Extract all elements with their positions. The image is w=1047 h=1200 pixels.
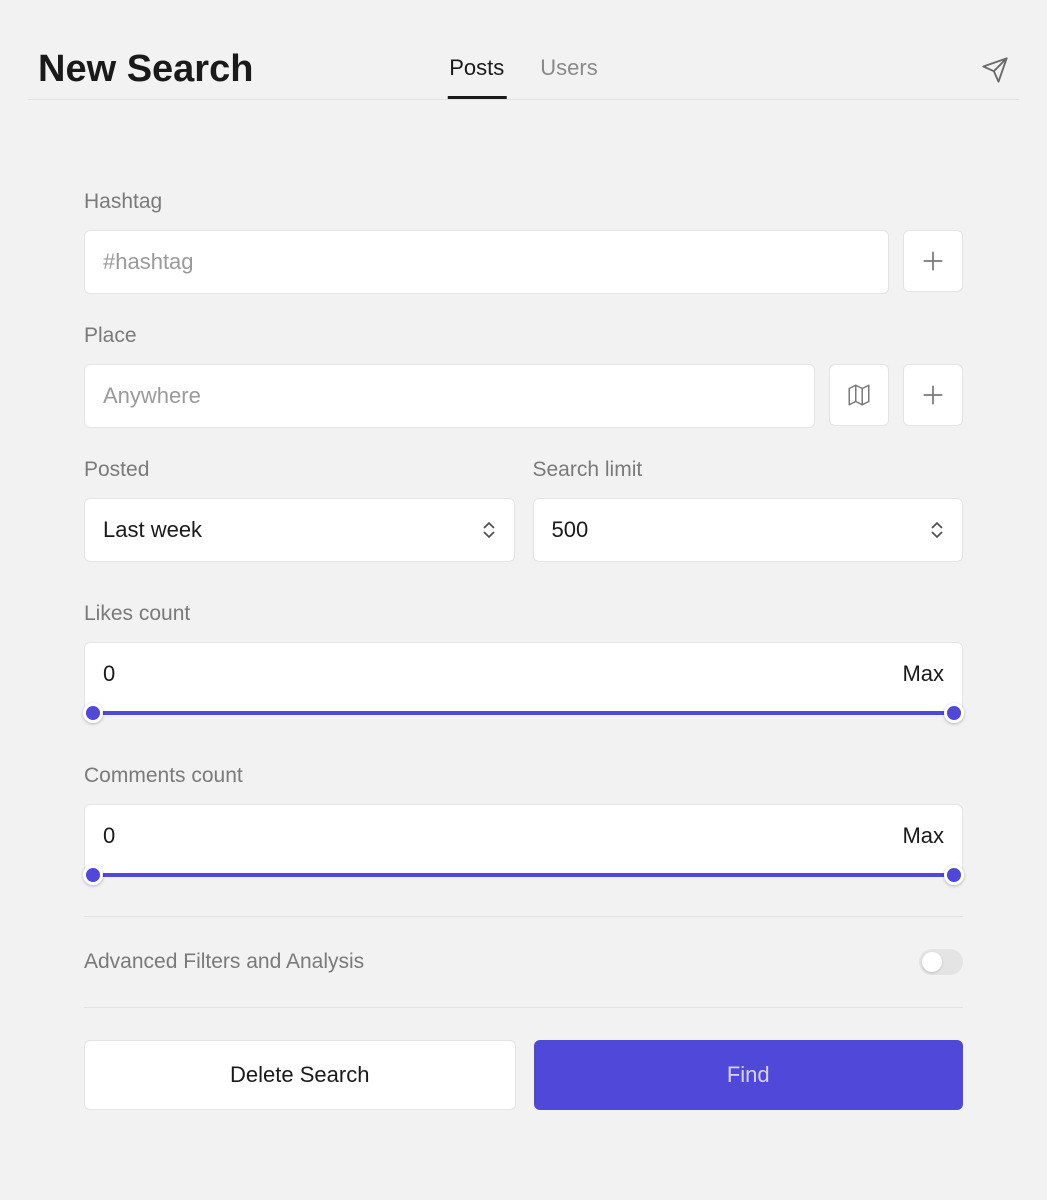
delete-search-button[interactable]: Delete Search [84,1040,516,1110]
comments-max-value: Max [902,823,944,849]
likes-min-value: 0 [103,661,115,687]
tab-posts[interactable]: Posts [447,39,506,99]
posted-select[interactable]: Last week [84,498,515,562]
comments-slider-track[interactable] [85,873,962,877]
place-input[interactable] [84,364,815,428]
comments-slider-thumb-max[interactable] [944,865,964,885]
comments-label: Comments count [84,764,963,788]
add-place-button[interactable] [903,364,963,426]
likes-slider-thumb-min[interactable] [83,703,103,723]
page-title: New Search [38,48,253,91]
tabs: Posts Users [447,39,599,99]
comments-slider-thumb-min[interactable] [83,865,103,885]
map-icon [846,382,872,408]
place-label: Place [84,324,963,348]
find-button[interactable]: Find [534,1040,964,1110]
hashtag-input[interactable] [84,230,889,294]
select-arrows-icon [482,522,496,538]
likes-slider-thumb-max[interactable] [944,703,964,723]
search-limit-field-group: Search limit 500 [533,458,964,562]
toggle-knob [922,952,942,972]
send-icon[interactable] [981,56,1009,84]
search-limit-label: Search limit [533,458,964,482]
posted-field-group: Posted Last week [84,458,515,562]
advanced-filters-row: Advanced Filters and Analysis [84,917,963,1008]
posted-value: Last week [103,517,202,543]
place-field-group: Place [84,324,963,428]
place-map-button[interactable] [829,364,889,426]
advanced-filters-label: Advanced Filters and Analysis [84,950,364,974]
comments-field-group: Comments count 0 Max [84,764,963,876]
advanced-filters-toggle[interactable] [919,949,963,975]
header: New Search Posts Users [28,0,1019,100]
comments-min-value: 0 [103,823,115,849]
tab-users[interactable]: Users [538,39,599,99]
hashtag-field-group: Hashtag [84,190,963,294]
search-limit-select[interactable]: 500 [533,498,964,562]
search-limit-value: 500 [552,517,589,543]
likes-field-group: Likes count 0 Max [84,602,963,714]
plus-icon [920,248,946,274]
likes-range: 0 Max [84,642,963,714]
button-row: Delete Search Find [84,1040,963,1110]
plus-icon [920,382,946,408]
posted-label: Posted [84,458,515,482]
select-arrows-icon [930,522,944,538]
likes-max-value: Max [902,661,944,687]
likes-slider-track[interactable] [85,711,962,715]
comments-range: 0 Max [84,804,963,876]
search-form: Hashtag Place [28,100,1019,1110]
likes-label: Likes count [84,602,963,626]
hashtag-label: Hashtag [84,190,963,214]
add-hashtag-button[interactable] [903,230,963,292]
